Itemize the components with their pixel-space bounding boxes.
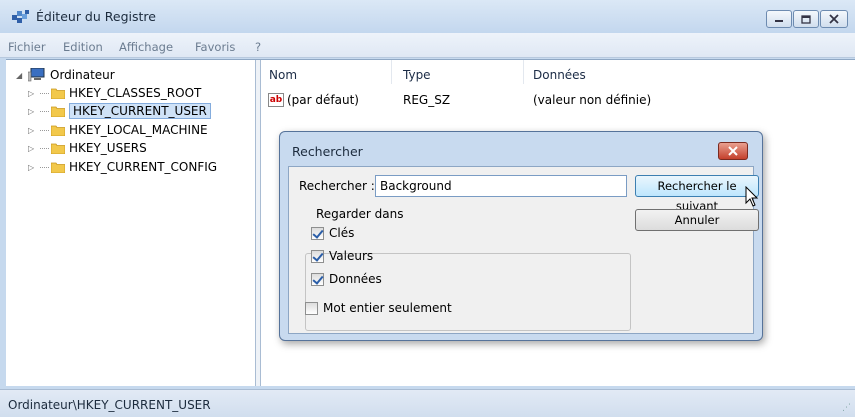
find-dialog: Rechercher Rechercher : Rechercher le su… [279, 131, 763, 341]
column-separator[interactable] [523, 60, 524, 84]
value-data: (valeur non définie) [533, 93, 652, 107]
search-input[interactable] [375, 175, 627, 197]
expand-icon[interactable]: ▷ [28, 144, 40, 153]
column-header-nom[interactable]: Nom [269, 68, 297, 82]
value-type: REG_SZ [403, 93, 451, 107]
tree-connector [40, 129, 49, 131]
tree-connector [40, 166, 49, 168]
tree-item-label-selected: HKEY_CURRENT_USER [69, 103, 211, 119]
tree-item-label: HKEY_CURRENT_CONFIG [69, 160, 218, 174]
minimize-button[interactable] [766, 10, 792, 28]
key-tree[interactable]: ◢ Ordinateur ▷ HKEY_CLASSES_ROOT ▷ HKEY_… [6, 60, 256, 386]
tree-item-label: HKEY_USERS [69, 141, 147, 155]
tree-root[interactable]: ◢ Ordinateur [16, 66, 115, 84]
expand-icon[interactable]: ▷ [28, 89, 40, 98]
cancel-button[interactable]: Annuler [635, 209, 759, 231]
folder-icon [51, 143, 65, 154]
title-bar[interactable]: Éditeur du Registre [0, 0, 855, 33]
tree-item-hkcu[interactable]: ▷ HKEY_CURRENT_USER [28, 102, 211, 120]
look-in-label: Regarder dans [313, 207, 407, 221]
close-button[interactable] [820, 10, 848, 28]
menu-help[interactable]: ? [255, 40, 261, 54]
column-header-donnees[interactable]: Données [533, 68, 586, 82]
menu-edition[interactable]: Edition [63, 40, 103, 54]
tree-item-label: HKEY_LOCAL_MACHINE [69, 123, 208, 137]
dialog-body: Rechercher : Rechercher le suivant Annul… [288, 166, 759, 334]
tree-item-hku[interactable]: ▷ HKEY_USERS [28, 139, 147, 157]
tree-connector [40, 147, 49, 149]
checkbox-valeurs[interactable] [311, 250, 324, 263]
maximize-icon [801, 14, 811, 24]
folder-icon [51, 125, 65, 136]
search-label: Rechercher : [299, 179, 375, 193]
folder-icon [51, 88, 65, 99]
tree-root-label: Ordinateur [50, 68, 115, 82]
value-name: (par défaut) [287, 93, 359, 107]
column-header-type[interactable]: Type [403, 68, 431, 82]
checkbox-donnees[interactable] [311, 273, 324, 286]
checkbox-cles[interactable] [311, 227, 324, 240]
folder-icon [51, 106, 65, 117]
menu-affichage[interactable]: Affichage [119, 40, 173, 54]
maximize-button[interactable] [793, 10, 819, 28]
mouse-pointer-icon [745, 186, 759, 207]
status-bar: Ordinateur\HKEY_CURRENT_USER ⋰ [0, 389, 855, 417]
computer-icon [28, 68, 45, 82]
look-in-group [305, 253, 631, 331]
expand-icon[interactable]: ▷ [28, 126, 40, 135]
checkbox-whole-word[interactable] [305, 302, 318, 315]
dialog-title: Rechercher [292, 144, 363, 159]
find-next-button[interactable]: Rechercher le suivant [635, 175, 759, 213]
tree-item-hkcc[interactable]: ▷ HKEY_CURRENT_CONFIG [28, 158, 217, 176]
resize-grip-icon[interactable]: ⋰ [842, 403, 851, 413]
tree-item-label: HKEY_CLASSES_ROOT [69, 86, 202, 100]
tree-item-hkcr[interactable]: ▷ HKEY_CLASSES_ROOT [28, 84, 201, 102]
close-icon [728, 146, 738, 156]
registry-app-icon [12, 10, 29, 23]
minimize-icon [775, 20, 783, 22]
menu-fichier[interactable]: Fichier [8, 40, 46, 54]
status-path: Ordinateur\HKEY_CURRENT_USER [8, 398, 211, 412]
menu-bar: Fichier Edition Affichage Favoris ? [0, 33, 855, 58]
tree-item-hklm[interactable]: ▷ HKEY_LOCAL_MACHINE [28, 121, 208, 139]
column-separator[interactable] [391, 60, 392, 84]
expand-icon[interactable]: ▷ [28, 163, 40, 172]
folder-icon [51, 162, 65, 173]
string-value-icon: ab [268, 93, 284, 107]
collapse-icon[interactable]: ◢ [16, 71, 28, 80]
expand-icon[interactable]: ▷ [28, 107, 40, 116]
window-title: Éditeur du Registre [36, 9, 156, 24]
tree-connector [40, 110, 49, 112]
checkbox-whole-word-label[interactable]: Mot entier seulement [323, 301, 452, 315]
checkbox-valeurs-label[interactable]: Valeurs [329, 249, 373, 263]
close-icon [829, 14, 839, 24]
dialog-close-button[interactable] [718, 142, 748, 160]
checkbox-donnees-label[interactable]: Données [329, 272, 382, 286]
checkbox-cles-label[interactable]: Clés [329, 226, 354, 240]
menu-favoris[interactable]: Favoris [195, 40, 235, 54]
tree-connector [40, 92, 49, 94]
